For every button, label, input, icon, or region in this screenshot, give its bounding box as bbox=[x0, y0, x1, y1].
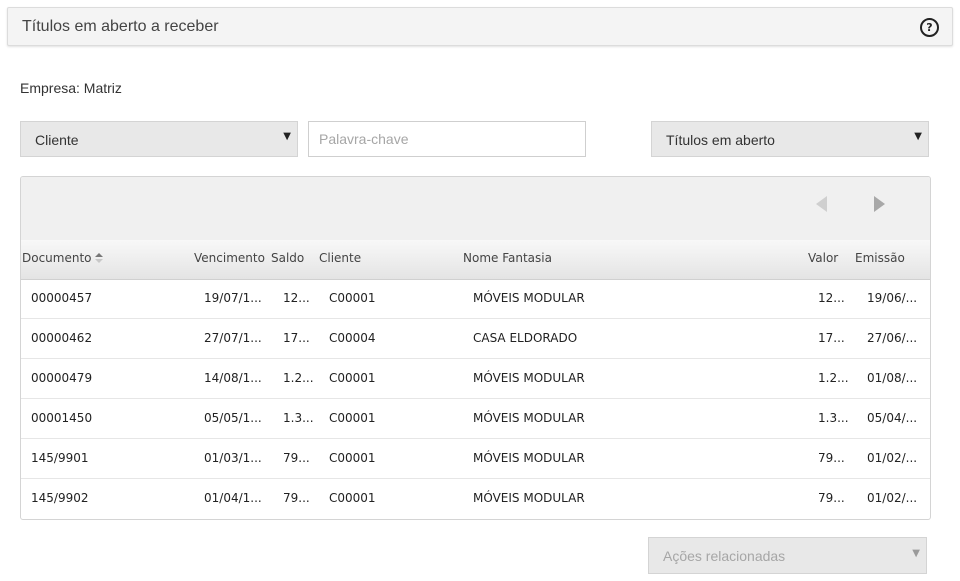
cell-saldo: 79... bbox=[283, 491, 310, 505]
table-row[interactable]: 00000457 19/07/1... 12... C00001 MÓVEIS … bbox=[21, 279, 930, 319]
cell-saldo: 12... bbox=[283, 291, 310, 305]
cell-cliente: C00004 bbox=[329, 331, 376, 345]
cell-saldo: 17... bbox=[283, 331, 310, 345]
cell-valor: 79... bbox=[818, 451, 845, 465]
cell-emissao: 19/06/... bbox=[867, 291, 918, 305]
column-vencimento[interactable]: Vencimento bbox=[194, 251, 265, 265]
cell-cliente: C00001 bbox=[329, 451, 376, 465]
cell-emissao: 01/02/... bbox=[867, 491, 918, 505]
table-row[interactable]: 145/9901 01/03/1... 79... C00001 MÓVEIS … bbox=[21, 439, 930, 479]
page-header: Títulos em aberto a receber ? bbox=[7, 7, 953, 46]
cell-emissao: 01/08/... bbox=[867, 371, 918, 385]
cell-vencimento: 05/05/1... bbox=[204, 411, 262, 425]
cell-valor: 17... bbox=[818, 331, 845, 345]
cell-documento: 00000479 bbox=[31, 371, 93, 385]
cell-documento: 145/9901 bbox=[31, 451, 89, 465]
table-row[interactable]: 145/9902 01/04/1... 79... C00001 MÓVEIS … bbox=[21, 479, 930, 519]
cell-documento: 00000457 bbox=[31, 291, 93, 305]
cell-cliente: C00001 bbox=[329, 411, 376, 425]
cell-nome-fantasia: MÓVEIS MODULAR bbox=[473, 291, 585, 305]
cell-valor: 1.2... bbox=[818, 371, 849, 385]
cell-documento: 00000462 bbox=[31, 331, 93, 345]
cell-vencimento: 01/04/1... bbox=[204, 491, 262, 505]
cell-nome-fantasia: MÓVEIS MODULAR bbox=[473, 451, 585, 465]
cell-emissao: 05/04/... bbox=[867, 411, 918, 425]
table-row[interactable]: 00000462 27/07/1... 17... C00004 CASA EL… bbox=[21, 319, 930, 359]
prev-page-icon[interactable] bbox=[811, 193, 833, 215]
chevron-down-icon: ▼ bbox=[914, 131, 922, 142]
grid-toolbar bbox=[21, 177, 930, 241]
grid-header: Documento Vencimento Saldo Cliente Nome … bbox=[21, 240, 930, 280]
column-emissao[interactable]: Emissão bbox=[855, 251, 905, 265]
column-documento-label: Documento bbox=[22, 251, 92, 265]
table-row[interactable]: 00000479 14/08/1... 1.2... C00001 MÓVEIS… bbox=[21, 359, 930, 399]
column-nome-fantasia[interactable]: Nome Fantasia bbox=[463, 251, 552, 265]
cell-valor: 12... bbox=[818, 291, 845, 305]
column-valor[interactable]: Valor bbox=[808, 251, 838, 265]
cell-cliente: C00001 bbox=[329, 491, 376, 505]
field-select[interactable]: Cliente ▼ bbox=[20, 121, 298, 157]
column-documento[interactable]: Documento bbox=[22, 251, 103, 266]
search-input[interactable] bbox=[308, 121, 586, 157]
cell-documento: 145/9902 bbox=[31, 491, 89, 505]
cell-cliente: C00001 bbox=[329, 291, 376, 305]
cell-emissao: 27/06/... bbox=[867, 331, 918, 345]
cell-vencimento: 19/07/1... bbox=[204, 291, 262, 305]
cell-nome-fantasia: MÓVEIS MODULAR bbox=[473, 491, 585, 505]
cell-vencimento: 01/03/1... bbox=[204, 451, 262, 465]
chevron-down-icon: ▼ bbox=[283, 131, 291, 142]
related-actions-select[interactable]: Ações relacionadas ▼ bbox=[648, 537, 927, 574]
cell-saldo: 1.3... bbox=[283, 411, 314, 425]
cell-saldo: 79... bbox=[283, 451, 310, 465]
cell-saldo: 1.2... bbox=[283, 371, 314, 385]
related-actions-label: Ações relacionadas bbox=[663, 548, 786, 564]
next-page-icon[interactable] bbox=[868, 193, 890, 215]
cell-nome-fantasia: MÓVEIS MODULAR bbox=[473, 371, 585, 385]
page-title: Títulos em aberto a receber bbox=[22, 18, 219, 35]
cell-valor: 1.3... bbox=[818, 411, 849, 425]
titles-grid: Documento Vencimento Saldo Cliente Nome … bbox=[20, 176, 931, 520]
cell-vencimento: 27/07/1... bbox=[204, 331, 262, 345]
cell-emissao: 01/02/... bbox=[867, 451, 918, 465]
cell-valor: 79... bbox=[818, 491, 845, 505]
status-select-value: Títulos em aberto bbox=[666, 132, 775, 148]
help-icon[interactable]: ? bbox=[920, 18, 939, 37]
chevron-down-icon: ▼ bbox=[912, 548, 920, 559]
cell-cliente: C00001 bbox=[329, 371, 376, 385]
cell-nome-fantasia: MÓVEIS MODULAR bbox=[473, 411, 585, 425]
empresa-label: Empresa: Matriz bbox=[20, 80, 122, 96]
status-select[interactable]: Títulos em aberto ▼ bbox=[651, 121, 929, 157]
cell-documento: 00001450 bbox=[31, 411, 93, 425]
cell-nome-fantasia: CASA ELDORADO bbox=[473, 331, 578, 345]
column-saldo[interactable]: Saldo bbox=[271, 251, 304, 265]
cell-vencimento: 14/08/1... bbox=[204, 371, 262, 385]
field-select-value: Cliente bbox=[35, 132, 79, 148]
column-cliente[interactable]: Cliente bbox=[319, 251, 361, 265]
table-row[interactable]: 00001450 05/05/1... 1.3... C00001 MÓVEIS… bbox=[21, 399, 930, 439]
sort-icon bbox=[94, 252, 103, 266]
